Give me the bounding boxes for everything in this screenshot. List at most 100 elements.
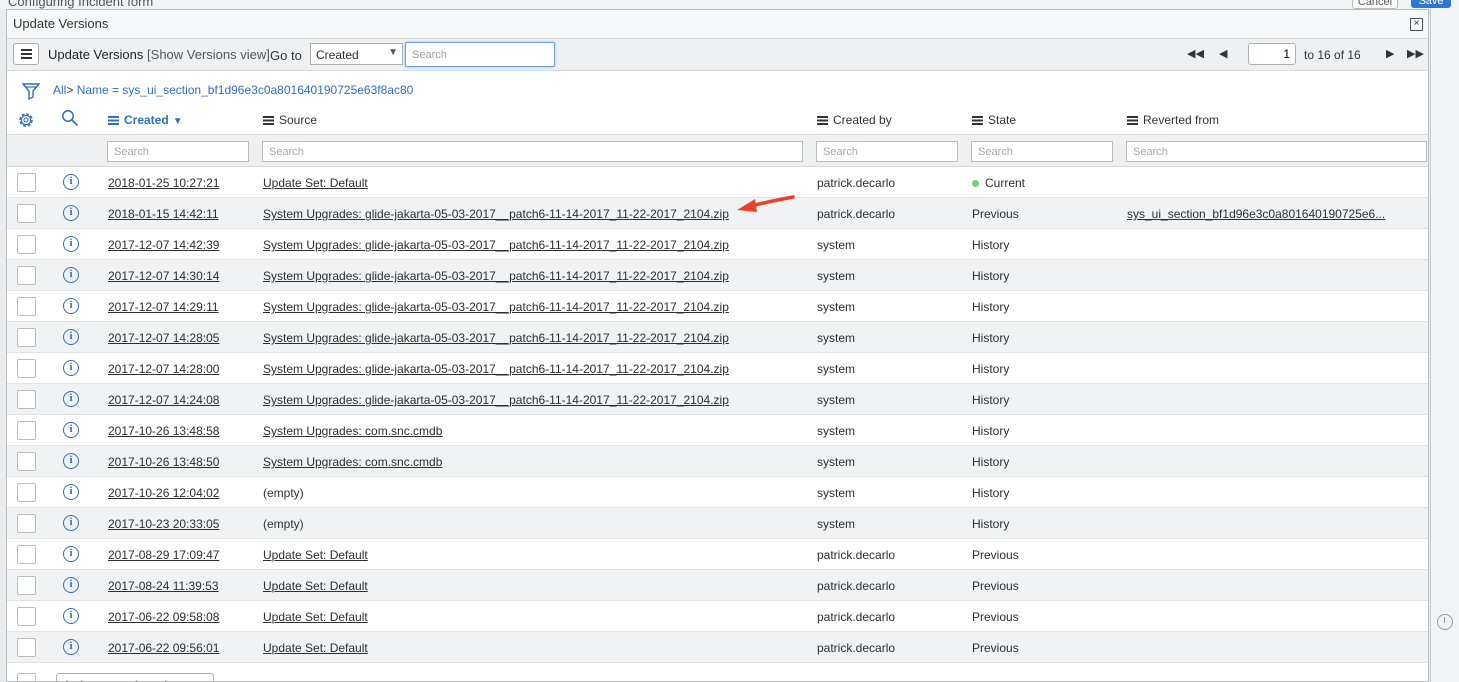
- search-state-input[interactable]: [971, 141, 1113, 162]
- table-row[interactable]: i 2017-12-07 14:28:05 System Upgrades: gli…: [7, 322, 1428, 353]
- next-page-icon[interactable]: ▶: [1386, 47, 1394, 60]
- table-row[interactable]: i 2017-12-07 14:24:08 System Upgrades: gli…: [7, 384, 1428, 415]
- table-row[interactable]: i 2017-12-07 14:30:14 System Upgrades: gli…: [7, 260, 1428, 291]
- goto-field-select[interactable]: Created ▼: [310, 43, 403, 65]
- table-row[interactable]: i 2017-12-07 14:29:11 System Upgrades: gli…: [7, 291, 1428, 322]
- row-checkbox[interactable]: [17, 204, 36, 223]
- table-row[interactable]: i 2017-10-26 13:48:50 System Upgrades: com…: [7, 446, 1428, 477]
- info-circle-icon[interactable]: i: [63, 639, 79, 655]
- first-page-icon[interactable]: ◀◀: [1187, 47, 1204, 60]
- table-row[interactable]: i 2017-06-22 09:56:01 Update Set: Default p…: [7, 632, 1428, 663]
- search-reverted-from-input[interactable]: [1126, 141, 1427, 162]
- table-row[interactable]: i 2017-12-07 14:28:00 System Upgrades: gli…: [7, 353, 1428, 384]
- cell-source[interactable]: Update Set: Default: [263, 176, 368, 190]
- info-circle-icon[interactable]: i: [63, 174, 79, 190]
- info-circle-icon[interactable]: i: [63, 360, 79, 376]
- cell-created-link[interactable]: 2017-12-07 14:24:08: [108, 393, 219, 407]
- column-menu-icon[interactable]: [817, 116, 828, 125]
- cell-created-link[interactable]: 2017-06-22 09:58:08: [108, 610, 219, 624]
- cell-source[interactable]: Update Set: Default: [263, 610, 368, 624]
- row-checkbox[interactable]: [17, 545, 36, 564]
- clock-icon[interactable]: [1437, 614, 1453, 630]
- cell-created-link[interactable]: 2017-06-22 09:56:01: [108, 641, 219, 655]
- column-header-reverted-from[interactable]: Reverted from: [1127, 113, 1219, 127]
- table-row[interactable]: i 2018-01-15 14:42:11 System Upgrades: gli…: [7, 198, 1428, 229]
- column-menu-icon[interactable]: [263, 116, 274, 125]
- info-circle-icon[interactable]: i: [63, 453, 79, 469]
- cell-created-link[interactable]: 2017-10-26 13:48:50: [108, 455, 219, 469]
- goto-search-input[interactable]: [405, 42, 555, 67]
- row-checkbox[interactable]: [17, 266, 36, 285]
- cell-source[interactable]: Update Set: Default: [263, 579, 368, 593]
- cell-source[interactable]: System Upgrades: glide-jakarta-05-03-201…: [263, 207, 729, 221]
- cell-created-link[interactable]: 2017-12-07 14:30:14: [108, 269, 219, 283]
- search-source-input[interactable]: [262, 141, 803, 162]
- cell-source[interactable]: System Upgrades: glide-jakarta-05-03-201…: [263, 300, 729, 314]
- row-checkbox[interactable]: [17, 359, 36, 378]
- cell-source[interactable]: System Upgrades: com.snc.cmdb: [263, 455, 442, 469]
- cell-source[interactable]: System Upgrades: glide-jakarta-05-03-201…: [263, 238, 729, 252]
- table-row[interactable]: i 2017-10-26 12:04:02 (empty) system History: [7, 477, 1428, 508]
- cell-created-link[interactable]: 2017-10-26 13:48:58: [108, 424, 219, 438]
- list-view-label[interactable]: [Show Versions view]: [147, 47, 270, 62]
- cell-created-link[interactable]: 2017-10-23 20:33:05: [108, 517, 219, 531]
- table-row[interactable]: i 2017-08-24 11:39:53 Update Set: Default p…: [7, 570, 1428, 601]
- last-page-icon[interactable]: ▶▶: [1407, 47, 1424, 60]
- row-checkbox[interactable]: [17, 483, 36, 502]
- row-checkbox[interactable]: [17, 452, 36, 471]
- previous-page-icon[interactable]: ◀: [1219, 47, 1227, 60]
- table-row[interactable]: i 2017-12-07 14:42:39 System Upgrades: gli…: [7, 229, 1428, 260]
- select-all-checkbox[interactable]: [17, 673, 36, 681]
- table-row[interactable]: i 2017-10-23 20:33:05 (empty) system History: [7, 508, 1428, 539]
- table-row[interactable]: i 2017-06-22 09:58:08 Update Set: Default p…: [7, 601, 1428, 632]
- cell-created-link[interactable]: 2017-08-24 11:39:53: [108, 579, 219, 593]
- cell-source[interactable]: System Upgrades: com.snc.cmdb: [263, 424, 442, 438]
- cell-created-link[interactable]: 2017-12-07 14:29:11: [108, 300, 219, 314]
- background-cancel-button[interactable]: Cancel: [1352, 0, 1398, 9]
- cell-source[interactable]: System Upgrades: glide-jakarta-05-03-201…: [263, 362, 729, 376]
- hamburger-menu-icon[interactable]: [13, 43, 39, 65]
- cell-created-link[interactable]: 2017-12-07 14:28:00: [108, 362, 219, 376]
- actions-select[interactable]: Actions on selected rows...: [56, 673, 214, 681]
- info-circle-icon[interactable]: i: [63, 608, 79, 624]
- cell-created-link[interactable]: 2018-01-25 10:27:21: [108, 176, 219, 190]
- column-menu-icon[interactable]: [108, 116, 119, 125]
- breadcrumb-filter[interactable]: Name = sys_ui_section_bf1d96e3c0a8016401…: [77, 83, 414, 97]
- cell-created-link[interactable]: 2017-08-29 17:09:47: [108, 548, 219, 562]
- row-checkbox[interactable]: [17, 421, 36, 440]
- search-created-input[interactable]: [107, 141, 249, 162]
- sort-descending-icon[interactable]: ▼: [173, 116, 183, 127]
- row-checkbox[interactable]: [17, 328, 36, 347]
- info-circle-icon[interactable]: i: [63, 515, 79, 531]
- breadcrumb-all[interactable]: All: [53, 83, 66, 97]
- table-row[interactable]: i 2017-08-29 17:09:47 Update Set: Default p…: [7, 539, 1428, 570]
- column-header-state[interactable]: State: [972, 113, 1016, 127]
- info-circle-icon[interactable]: i: [63, 577, 79, 593]
- cell-created-link[interactable]: 2017-12-07 14:28:05: [108, 331, 219, 345]
- info-circle-icon[interactable]: i: [63, 267, 79, 283]
- column-header-created-by[interactable]: Created by: [817, 113, 892, 127]
- info-circle-icon[interactable]: i: [63, 546, 79, 562]
- table-row[interactable]: i 2017-10-26 13:48:58 System Upgrades: com…: [7, 415, 1428, 446]
- table-row[interactable]: i 2018-01-25 10:27:21 Update Set: Default p…: [7, 167, 1428, 198]
- cell-reverted-from-link[interactable]: sys_ui_section_bf1d96e3c0a801640190725e6…: [1127, 207, 1385, 221]
- row-checkbox[interactable]: [17, 638, 36, 657]
- row-checkbox[interactable]: [17, 173, 36, 192]
- magnifier-icon[interactable]: [61, 109, 79, 127]
- info-circle-icon[interactable]: i: [63, 329, 79, 345]
- info-circle-icon[interactable]: i: [63, 298, 79, 314]
- info-circle-icon[interactable]: i: [63, 205, 79, 221]
- cell-source[interactable]: System Upgrades: glide-jakarta-05-03-201…: [263, 269, 729, 283]
- column-menu-icon[interactable]: [1127, 116, 1138, 125]
- column-header-created[interactable]: Created ▼: [108, 113, 183, 127]
- info-circle-icon[interactable]: i: [63, 236, 79, 252]
- row-checkbox[interactable]: [17, 390, 36, 409]
- funnel-icon[interactable]: [22, 82, 40, 100]
- row-checkbox[interactable]: [17, 576, 36, 595]
- column-menu-icon[interactable]: [972, 116, 983, 125]
- info-circle-icon[interactable]: i: [63, 391, 79, 407]
- cell-created-link[interactable]: 2018-01-15 14:42:11: [108, 207, 219, 221]
- cell-source[interactable]: Update Set: Default: [263, 641, 368, 655]
- info-circle-icon[interactable]: i: [63, 484, 79, 500]
- cell-source[interactable]: System Upgrades: glide-jakarta-05-03-201…: [263, 331, 729, 345]
